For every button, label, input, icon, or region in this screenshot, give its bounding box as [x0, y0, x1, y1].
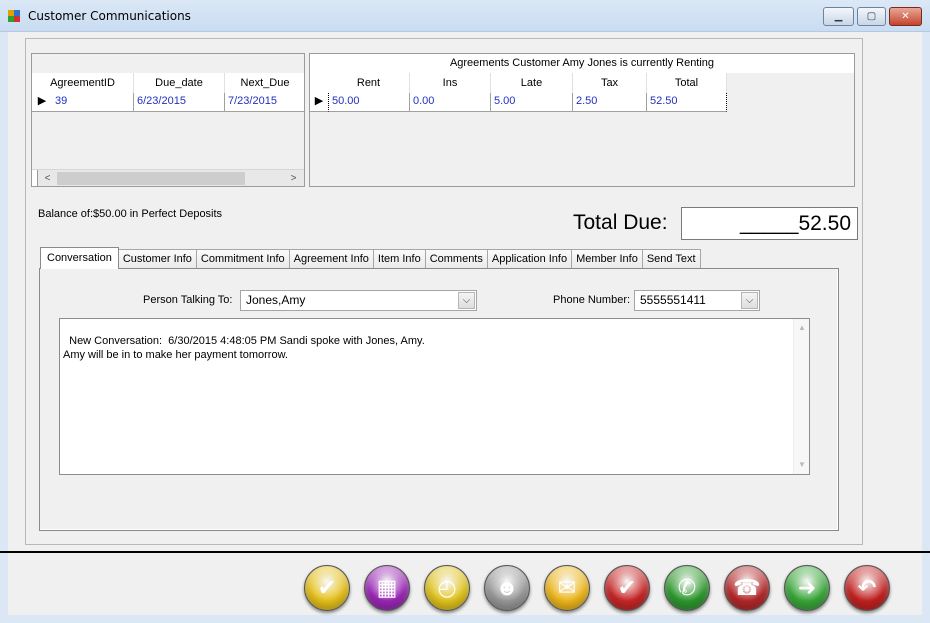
window-title: Customer Communications: [28, 9, 191, 23]
arrow-right-icon: ➜: [797, 575, 817, 600]
chat-phone-button[interactable]: ✆: [664, 565, 710, 611]
table-cell[interactable]: 7/23/2015: [225, 93, 304, 112]
table-cell[interactable]: 2.50: [573, 93, 647, 112]
customer-icon: ☻: [495, 575, 519, 600]
row-selector-icon[interactable]: ▶: [32, 93, 52, 112]
column-header[interactable]: Next_Due: [225, 73, 304, 93]
table-cell[interactable]: 0.00: [410, 93, 491, 112]
agreement-dates-grid[interactable]: AgreementID Due_date Next_Due ▶ 39 6/23/…: [31, 53, 305, 187]
conversation-textarea[interactable]: New Conversation: 6/30/2015 4:48:05 PM S…: [59, 318, 810, 475]
app-icon: [8, 10, 20, 22]
tab-send-text[interactable]: Send Text: [641, 249, 701, 269]
undo-button[interactable]: ↶: [844, 565, 890, 611]
column-header[interactable]: Ins: [410, 73, 491, 93]
scroll-down-icon[interactable]: ▼: [794, 458, 810, 472]
rental-charges-grid[interactable]: Agreements Customer Amy Jones is current…: [309, 53, 855, 187]
tab-item-info[interactable]: Item Info: [372, 249, 426, 269]
table-cell[interactable]: 5.00: [491, 93, 573, 112]
tab-comments[interactable]: Comments: [424, 249, 488, 269]
row-selector-icon[interactable]: ▶: [310, 93, 328, 112]
envelope-icon: ✉: [557, 575, 577, 600]
person-talking-label: Person Talking To:: [143, 294, 233, 306]
table-cell[interactable]: 39: [52, 93, 134, 112]
chevron-down-icon[interactable]: ⌵: [458, 292, 475, 309]
close-button[interactable]: ✕: [889, 7, 922, 26]
chat-phone-icon: ✆: [677, 575, 697, 600]
tab-member-info[interactable]: Member Info: [571, 249, 643, 269]
customer-button[interactable]: ☻: [484, 565, 530, 611]
phone-search-icon: ☎: [733, 575, 761, 600]
stopwatch-icon: ◴: [437, 575, 457, 600]
balance-text: Balance of:$50.00 in Perfect Deposits: [38, 208, 223, 220]
header-corner: [310, 73, 328, 93]
scroll-left-icon[interactable]: <: [39, 171, 56, 186]
table-row[interactable]: ▶ 50.00 0.00 5.00 2.50 52.50: [310, 93, 727, 112]
separator: [0, 551, 930, 553]
check-comment-icon: ✔: [617, 575, 637, 600]
tab-agreement-info[interactable]: Agreement Info: [288, 249, 374, 269]
total-due-field[interactable]: _____52.50: [681, 207, 858, 240]
check-button[interactable]: ✔: [304, 565, 350, 611]
person-talking-value: Jones,Amy: [246, 293, 306, 307]
column-header[interactable]: Total: [647, 73, 727, 93]
column-header[interactable]: Due_date: [134, 73, 225, 93]
arrow-right-button[interactable]: ➜: [784, 565, 830, 611]
envelope-button[interactable]: ✉: [544, 565, 590, 611]
scroll-gutter: [32, 170, 38, 186]
scroll-thumb[interactable]: [57, 172, 245, 185]
minimize-button[interactable]: ▁: [823, 7, 854, 26]
phone-number-dropdown[interactable]: 5555551411 ⌵: [634, 290, 760, 311]
grid-caption: Agreements Customer Amy Jones is current…: [310, 54, 854, 73]
horizontal-scrollbar[interactable]: < >: [32, 169, 304, 186]
check-comment-button[interactable]: ✔: [604, 565, 650, 611]
phone-number-value: 5555551411: [640, 293, 706, 307]
undo-icon: ↶: [857, 575, 877, 600]
grid-header-row: AgreementID Due_date Next_Due: [32, 73, 304, 93]
vertical-scrollbar[interactable]: ▲ ▼: [793, 319, 809, 474]
column-header[interactable]: AgreementID: [32, 73, 134, 93]
person-talking-dropdown[interactable]: Jones,Amy ⌵: [240, 290, 477, 311]
scroll-up-icon[interactable]: ▲: [794, 321, 810, 335]
tab-conversation[interactable]: Conversation: [40, 247, 119, 269]
table-cell[interactable]: 6/23/2015: [134, 93, 225, 112]
tab-commitment-info[interactable]: Commitment Info: [195, 249, 290, 269]
table-cell[interactable]: 50.00: [328, 93, 410, 112]
column-header[interactable]: Rent: [328, 73, 410, 93]
tab-strip: Conversation Customer Info Commitment In…: [40, 247, 701, 269]
grid-header-row: Rent Ins Late Tax Total: [310, 73, 727, 93]
stopwatch-button[interactable]: ◴: [424, 565, 470, 611]
phone-number-label: Phone Number:: [553, 294, 631, 306]
column-header[interactable]: Tax: [573, 73, 647, 93]
conversation-text: New Conversation: 6/30/2015 4:48:05 PM S…: [63, 335, 425, 361]
table-cell[interactable]: 52.50: [647, 93, 727, 112]
tab-customer-info[interactable]: Customer Info: [117, 249, 197, 269]
table-row[interactable]: ▶ 39 6/23/2015 7/23/2015: [32, 93, 304, 112]
maximize-button[interactable]: ▢: [857, 7, 886, 26]
calculator-button[interactable]: ▦: [364, 565, 410, 611]
scroll-right-icon[interactable]: >: [285, 171, 302, 186]
phone-search-button[interactable]: ☎: [724, 565, 770, 611]
tab-application-info[interactable]: Application Info: [486, 249, 573, 269]
chevron-down-icon[interactable]: ⌵: [741, 292, 758, 309]
total-due-label: Total Due:: [573, 211, 668, 234]
title-bar: Customer Communications ▁ ▢ ✕: [0, 0, 930, 32]
column-header[interactable]: Late: [491, 73, 573, 93]
calculator-icon: ▦: [376, 575, 398, 600]
check-icon: ✔: [317, 575, 337, 600]
